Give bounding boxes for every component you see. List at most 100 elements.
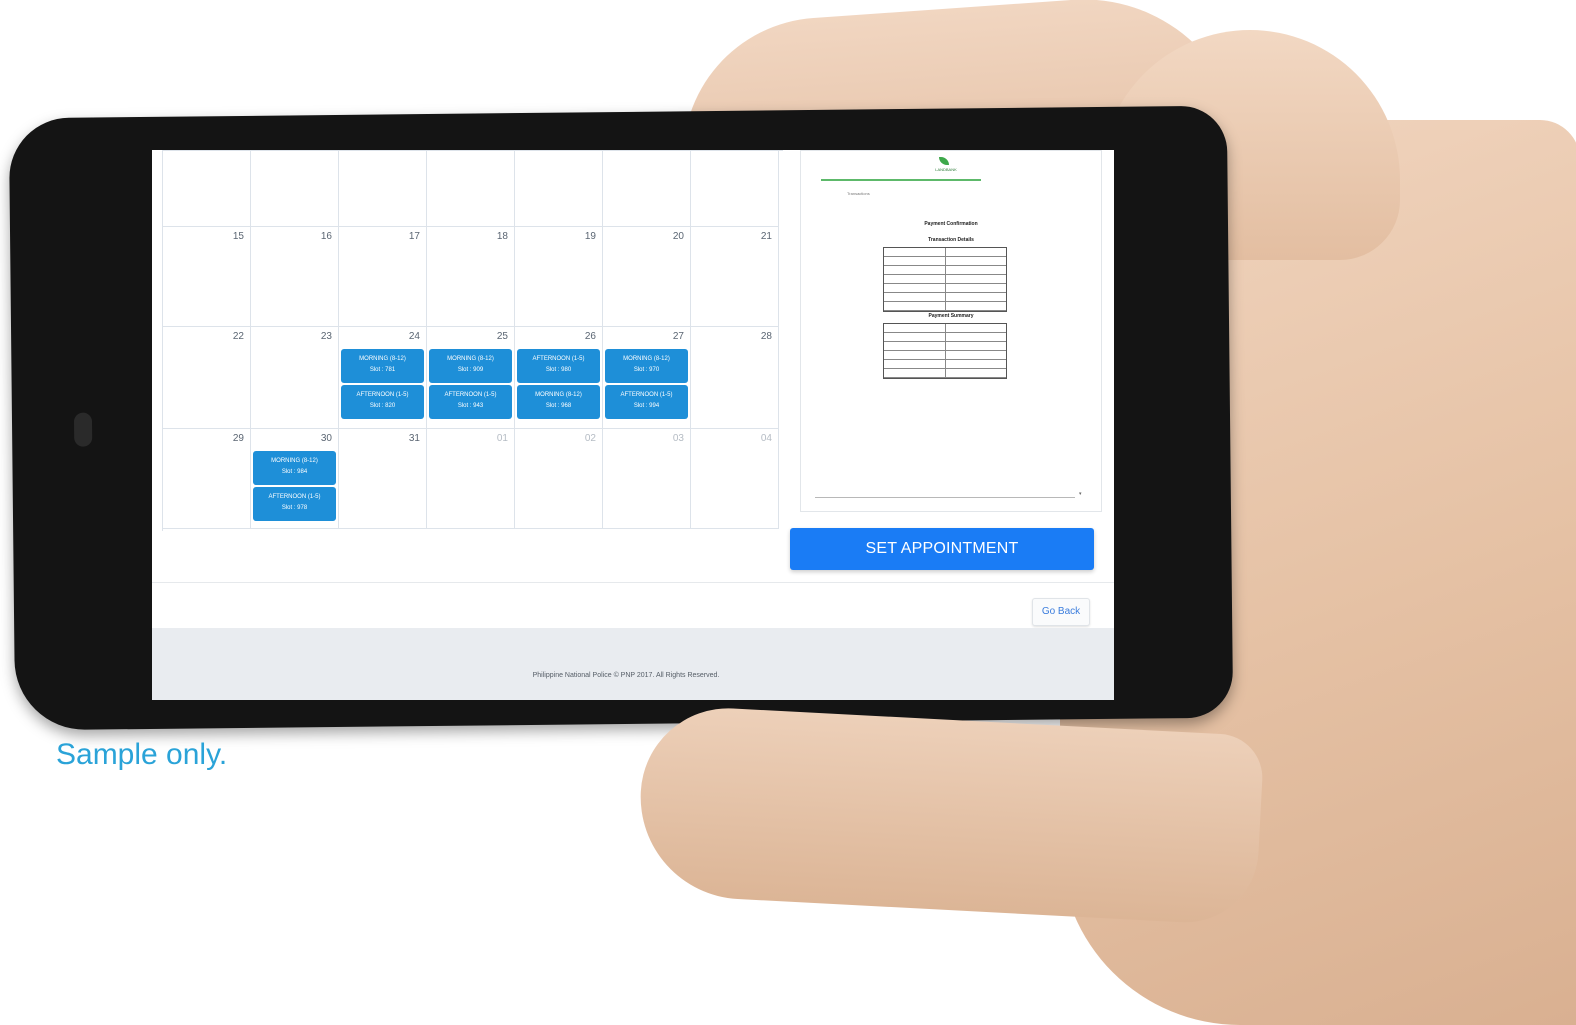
page-footer: Philippine National Police © PNP 2017. A… <box>152 628 1114 700</box>
appointment-slot-button[interactable]: AFTERNOON (1-5) Slot : 820 <box>341 385 424 419</box>
calendar-day-cell[interactable]: 30 MORNING (8-12) Slot : 984 AFTERNOON (1-5… <box>251 429 339 529</box>
calendar-day-cell[interactable]: 01 <box>427 429 515 529</box>
calendar-day-cell[interactable]: 02 <box>515 429 603 529</box>
slot-count-label: Slot : 978 <box>281 505 308 511</box>
slot-count-label: Slot : 781 <box>369 367 396 373</box>
calendar-day-cell[interactable]: 27 MORNING (8-12) Slot : 970 AFTERNOON (1-5… <box>603 327 691 429</box>
calendar-day-cell[interactable]: 26 AFTERNOON (1-5) Slot : 980 MORNING (8-12… <box>515 327 603 429</box>
calendar-day-number: 01 <box>496 433 508 444</box>
calendar-week-row: 15 16 17 18 19 20 21 <box>163 227 783 327</box>
calendar-day-number: 20 <box>672 231 684 242</box>
calendar-day-cell[interactable] <box>251 151 339 227</box>
hand-thumb <box>635 703 1265 927</box>
calendar-day-number: 18 <box>496 231 508 242</box>
calendar-day-cell[interactable]: 18 <box>427 227 515 327</box>
receipt-summary-title: Payment Summary <box>928 313 974 319</box>
calendar-day-number: 24 <box>408 331 420 342</box>
appointment-slot-button[interactable]: MORNING (8-12) Slot : 909 <box>429 349 512 383</box>
appointment-slot-button[interactable]: AFTERNOON (1-5) Slot : 994 <box>605 385 688 419</box>
receipt-logo-text: LANDBANK <box>935 167 957 172</box>
calendar-day-cell[interactable]: 25 MORNING (8-12) Slot : 909 AFTERNOON (1-5… <box>427 327 515 429</box>
slot-period-label: AFTERNOON (1-5) <box>356 392 409 398</box>
appointment-slot-button[interactable]: AFTERNOON (1-5) Slot : 943 <box>429 385 512 419</box>
slot-count-label: Slot : 970 <box>633 367 660 373</box>
calendar-week-row <box>163 151 783 227</box>
footer-copyright: Philippine National Police © PNP 2017. A… <box>532 672 720 679</box>
appointment-slot-button[interactable]: MORNING (8-12) Slot : 970 <box>605 349 688 383</box>
set-appointment-button[interactable]: SET APPOINTMENT <box>790 528 1094 570</box>
calendar-day-number: 22 <box>232 331 244 342</box>
receipt-scroll-arrow-icon[interactable]: ▾ <box>1079 491 1082 497</box>
appointment-slot-button[interactable]: MORNING (8-12) Slot : 984 <box>253 451 336 485</box>
calendar-day-cell[interactable]: 17 <box>339 227 427 327</box>
calendar-day-number: 31 <box>408 433 420 444</box>
calendar-day-number: 02 <box>584 433 596 444</box>
slot-count-label: Slot : 994 <box>633 403 660 409</box>
sample-caption: Sample only. <box>56 738 228 771</box>
phone-speaker <box>73 412 93 447</box>
calendar-day-number: 28 <box>760 331 772 342</box>
calendar-day-number: 03 <box>672 433 684 444</box>
slot-count-label: Slot : 984 <box>281 469 308 475</box>
calendar-day-cell[interactable]: 16 <box>251 227 339 327</box>
calendar-day-number: 21 <box>760 231 772 242</box>
receipt-summary-table <box>883 323 1007 379</box>
calendar-day-number: 27 <box>672 331 684 342</box>
calendar-day-cell[interactable]: 04 <box>691 429 779 529</box>
calendar-day-cell[interactable] <box>427 151 515 227</box>
calendar-day-cell[interactable]: 19 <box>515 227 603 327</box>
calendar-day-number: 16 <box>320 231 332 242</box>
appointment-slot-button[interactable]: AFTERNOON (1-5) Slot : 980 <box>517 349 600 383</box>
calendar-day-cell[interactable]: 03 <box>603 429 691 529</box>
calendar-day-cell[interactable] <box>603 151 691 227</box>
calendar-day-cell[interactable]: 24 MORNING (8-12) Slot : 781 AFTERNOON (1-5… <box>339 327 427 429</box>
slot-period-label: MORNING (8-12) <box>271 458 318 464</box>
slot-period-label: AFTERNOON (1-5) <box>532 356 585 362</box>
calendar-week-row: 22 23 24 MORNING (8-12) Slot : 781 AFTERNOON … <box>163 327 783 429</box>
calendar-day-number: 17 <box>408 231 420 242</box>
content-divider <box>152 582 1114 583</box>
slot-count-label: Slot : 909 <box>457 367 484 373</box>
calendar-day-cell[interactable] <box>163 151 251 227</box>
calendar-day-number: 30 <box>320 433 332 444</box>
slot-period-label: AFTERNOON (1-5) <box>620 392 673 398</box>
slot-count-label: Slot : 980 <box>545 367 572 373</box>
calendar-day-cell[interactable]: 15 <box>163 227 251 327</box>
calendar-day-number: 26 <box>584 331 596 342</box>
calendar-day-number: 19 <box>584 231 596 242</box>
calendar-day-cell[interactable] <box>339 151 427 227</box>
receipt-footer-rule <box>815 497 1075 498</box>
calendar-day-cell[interactable]: 31 <box>339 429 427 529</box>
landbank-logo-icon <box>939 157 949 165</box>
calendar-day-cell[interactable]: 21 <box>691 227 779 327</box>
calendar-day-number: 04 <box>760 433 772 444</box>
appointment-slot-button[interactable]: AFTERNOON (1-5) Slot : 978 <box>253 487 336 521</box>
receipt-header-rule <box>821 179 981 181</box>
receipt-details-table <box>883 247 1007 312</box>
calendar-day-cell[interactable] <box>515 151 603 227</box>
slot-period-label: MORNING (8-12) <box>359 356 406 362</box>
slot-count-label: Slot : 943 <box>457 403 484 409</box>
slot-period-label: AFTERNOON (1-5) <box>268 494 321 500</box>
calendar-day-cell[interactable] <box>691 151 779 227</box>
payment-receipt-preview: LANDBANK Transactions Payment Confirmati… <box>800 150 1102 512</box>
calendar-day-cell[interactable]: 23 <box>251 327 339 429</box>
appointment-slot-button[interactable]: MORNING (8-12) Slot : 968 <box>517 385 600 419</box>
calendar-week-row: 29 30 MORNING (8-12) Slot : 984 AFTERNOON (1… <box>163 429 783 529</box>
appointment-calendar: 15 16 17 18 19 20 21 22 23 24 MORNING (8-12) Slot :… <box>162 150 783 531</box>
receipt-title: Payment Confirmation <box>924 221 978 227</box>
calendar-day-number: 15 <box>232 231 244 242</box>
calendar-day-cell[interactable]: 22 <box>163 327 251 429</box>
receipt-details-title: Transaction Details <box>928 237 974 243</box>
receipt-section-label: Transactions <box>847 191 870 196</box>
slot-period-label: AFTERNOON (1-5) <box>444 392 497 398</box>
go-back-button[interactable]: Go Back <box>1032 598 1090 626</box>
calendar-day-cell[interactable]: 28 <box>691 327 779 429</box>
calendar-day-cell[interactable]: 20 <box>603 227 691 327</box>
calendar-day-number: 29 <box>232 433 244 444</box>
slot-count-label: Slot : 968 <box>545 403 572 409</box>
phone-screen: 15 16 17 18 19 20 21 22 23 24 MORNING (8-12) Slot :… <box>152 150 1114 700</box>
calendar-day-cell[interactable]: 29 <box>163 429 251 529</box>
slot-count-label: Slot : 820 <box>369 403 396 409</box>
appointment-slot-button[interactable]: MORNING (8-12) Slot : 781 <box>341 349 424 383</box>
